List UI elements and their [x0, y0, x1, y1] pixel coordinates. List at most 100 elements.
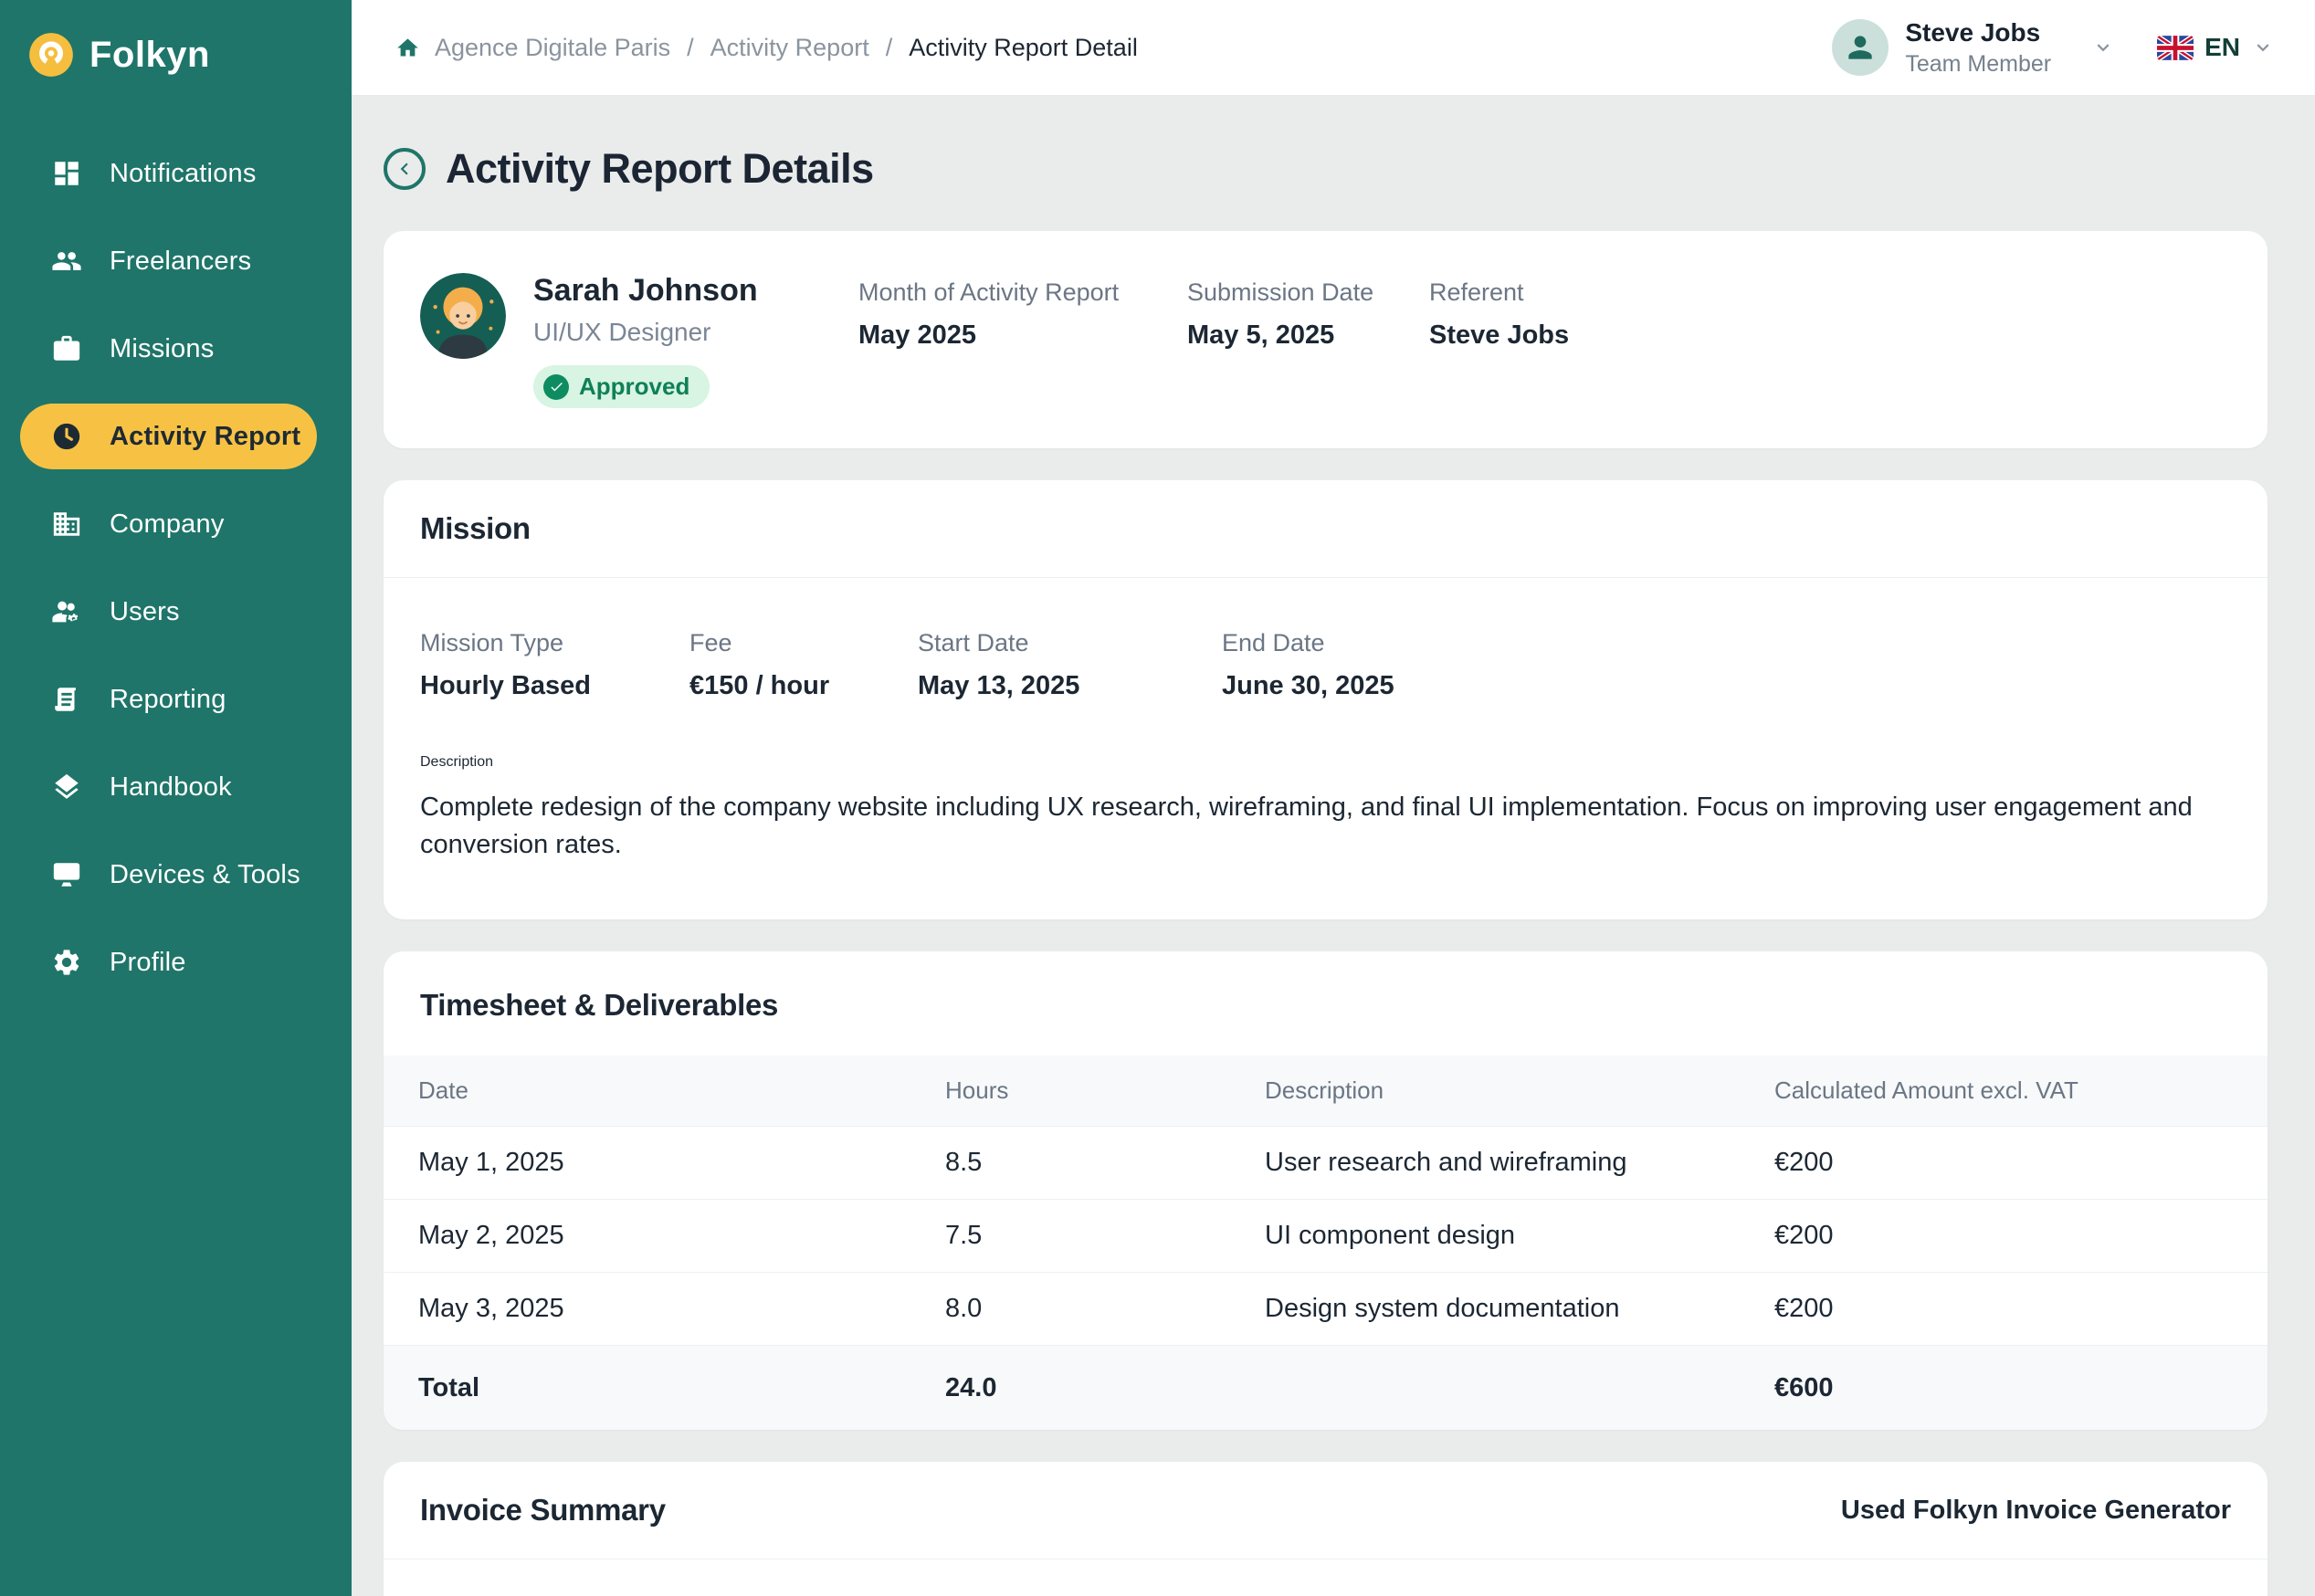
sidebar-item-freelancers[interactable]: Freelancers [20, 228, 317, 294]
nav-label: Users [110, 597, 180, 627]
chevron-left-icon [393, 157, 416, 181]
field-label: End Date [1222, 629, 2231, 657]
fee-field: Fee €150 / hour [689, 629, 918, 701]
timesheet-card-title: Timesheet & Deliverables [420, 988, 778, 1022]
sidebar-item-missions[interactable]: Missions [20, 316, 317, 382]
column-header-date: Date [384, 1076, 910, 1105]
clock-icon [51, 421, 82, 452]
page-header: Activity Report Details [384, 145, 2268, 193]
invoice-generator-note: Used Folkyn Invoice Generator [1841, 1496, 2231, 1526]
field-value: Steve Jobs [1429, 320, 2231, 351]
invoice-card-body: Purchase Order Number 3598241242395 Invo… [384, 1559, 2268, 1596]
sidebar-item-activity-report[interactable]: Activity Report [20, 404, 317, 469]
status-label: Approved [579, 373, 689, 401]
sidebar: Folkyn Notifications Freelancers Mission… [0, 0, 352, 1596]
total-amount: €600 [1740, 1373, 2268, 1403]
field-value: June 30, 2025 [1222, 671, 2231, 701]
sidebar-item-profile[interactable]: Profile [20, 929, 317, 995]
building-icon [51, 509, 82, 540]
cell-description: Design system documentation [1230, 1294, 1740, 1324]
sidebar-item-company[interactable]: Company [20, 491, 317, 557]
mission-card-title: Mission [420, 511, 531, 546]
app-screen: Folkyn Notifications Freelancers Mission… [0, 0, 2315, 1596]
report-summary-card: Sarah Johnson UI/UX Designer Approved Mo… [384, 231, 2268, 448]
cell-amount: €200 [1740, 1221, 2268, 1251]
gear-icon [51, 947, 82, 978]
folkyn-logo-icon [27, 31, 75, 79]
monitor-icon [51, 859, 82, 890]
freelancer-avatar [420, 273, 506, 359]
user-name: Steve Jobs [1905, 17, 2051, 48]
breadcrumb-separator: / [685, 34, 696, 62]
submission-date-field: Submission Date May 5, 2025 [1187, 273, 1429, 351]
layers-icon [51, 772, 82, 803]
user-role: Team Member [1905, 51, 2051, 78]
freelancer-role: UI/UX Designer [533, 318, 758, 347]
topbar: Agence Digitale Paris / Activity Report … [352, 0, 2315, 96]
chevron-down-icon [2091, 36, 2115, 59]
sidebar-item-users[interactable]: Users [20, 579, 317, 645]
table-row: May 2, 2025 7.5 UI component design €200 [384, 1199, 2268, 1272]
breadcrumb: Agence Digitale Paris / Activity Report … [395, 34, 1138, 62]
referent-field: Referent Steve Jobs [1429, 273, 2231, 351]
report-month-field: Month of Activity Report May 2025 [858, 273, 1187, 351]
cell-description: UI component design [1230, 1221, 1740, 1251]
home-icon[interactable] [395, 36, 420, 60]
sidebar-item-handbook[interactable]: Handbook [20, 754, 317, 820]
table-header-row: Date Hours Description Calculated Amount… [384, 1055, 2268, 1126]
sidebar-item-reporting[interactable]: Reporting [20, 667, 317, 732]
field-value: May 13, 2025 [918, 671, 1222, 701]
main-area: Agence Digitale Paris / Activity Report … [352, 0, 2315, 1596]
briefcase-icon [51, 333, 82, 364]
mission-card-header: Mission [384, 480, 2268, 578]
timesheet-card-header: Timesheet & Deliverables [384, 951, 2268, 1055]
table-total-row: Total 24.0 €600 [384, 1345, 2268, 1430]
sidebar-nav: Notifications Freelancers Missions Activ… [0, 141, 352, 995]
cell-hours: 8.5 [910, 1148, 1230, 1178]
field-label: Referent [1429, 278, 2231, 307]
app-title: Folkyn [89, 35, 210, 76]
breadcrumb-company[interactable]: Agence Digitale Paris [435, 34, 670, 62]
cell-description: User research and wireframing [1230, 1148, 1740, 1178]
topbar-right: Steve Jobs Team Member [1832, 17, 2275, 78]
invoice-card-title: Invoice Summary [420, 1493, 666, 1528]
cell-date: May 3, 2025 [384, 1294, 910, 1324]
field-value: May 5, 2025 [1187, 320, 1429, 351]
field-label: Fee [689, 629, 918, 657]
nav-label: Handbook [110, 772, 232, 803]
nav-label: Reporting [110, 685, 226, 715]
sidebar-item-devices-tools[interactable]: Devices & Tools [20, 842, 317, 908]
status-badge: Approved [533, 365, 710, 408]
app-logo[interactable]: Folkyn [0, 22, 352, 88]
table-row: May 3, 2025 8.0 Design system documentat… [384, 1272, 2268, 1345]
nav-label: Activity Report [110, 422, 300, 452]
freelancer-name: Sarah Johnson [533, 273, 758, 309]
sidebar-item-notifications[interactable]: Notifications [20, 141, 317, 206]
timesheet-card: Timesheet & Deliverables Date Hours Desc… [384, 951, 2268, 1430]
page-content: Activity Report Details [352, 96, 2315, 1596]
cell-amount: €200 [1740, 1294, 2268, 1324]
total-label: Total [384, 1373, 910, 1403]
total-hours: 24.0 [910, 1373, 1230, 1403]
language-selector[interactable]: EN [2157, 33, 2275, 62]
description-text: Complete redesign of the company website… [420, 789, 2231, 863]
nav-label: Company [110, 509, 225, 540]
cell-amount: €200 [1740, 1148, 2268, 1178]
back-button[interactable] [384, 148, 426, 190]
column-header-description: Description [1230, 1076, 1740, 1105]
nav-label: Freelancers [110, 247, 251, 277]
user-gear-icon [51, 596, 82, 627]
column-header-amount: Calculated Amount excl. VAT [1740, 1076, 2268, 1105]
mission-card-body: Mission Type Hourly Based Fee €150 / hou… [384, 578, 2268, 919]
users-icon [51, 246, 82, 277]
uk-flag-icon [2157, 36, 2194, 60]
end-date-field: End Date June 30, 2025 [1222, 629, 2231, 701]
field-label: Mission Type [420, 629, 689, 657]
chevron-down-icon [2251, 36, 2275, 59]
cell-date: May 1, 2025 [384, 1148, 910, 1178]
nav-label: Profile [110, 948, 186, 978]
breadcrumb-activity-report[interactable]: Activity Report [710, 34, 869, 62]
nav-label: Missions [110, 334, 214, 364]
mission-description: Description Complete redesign of the com… [420, 754, 2231, 863]
user-menu[interactable]: Steve Jobs Team Member [1832, 17, 2115, 78]
